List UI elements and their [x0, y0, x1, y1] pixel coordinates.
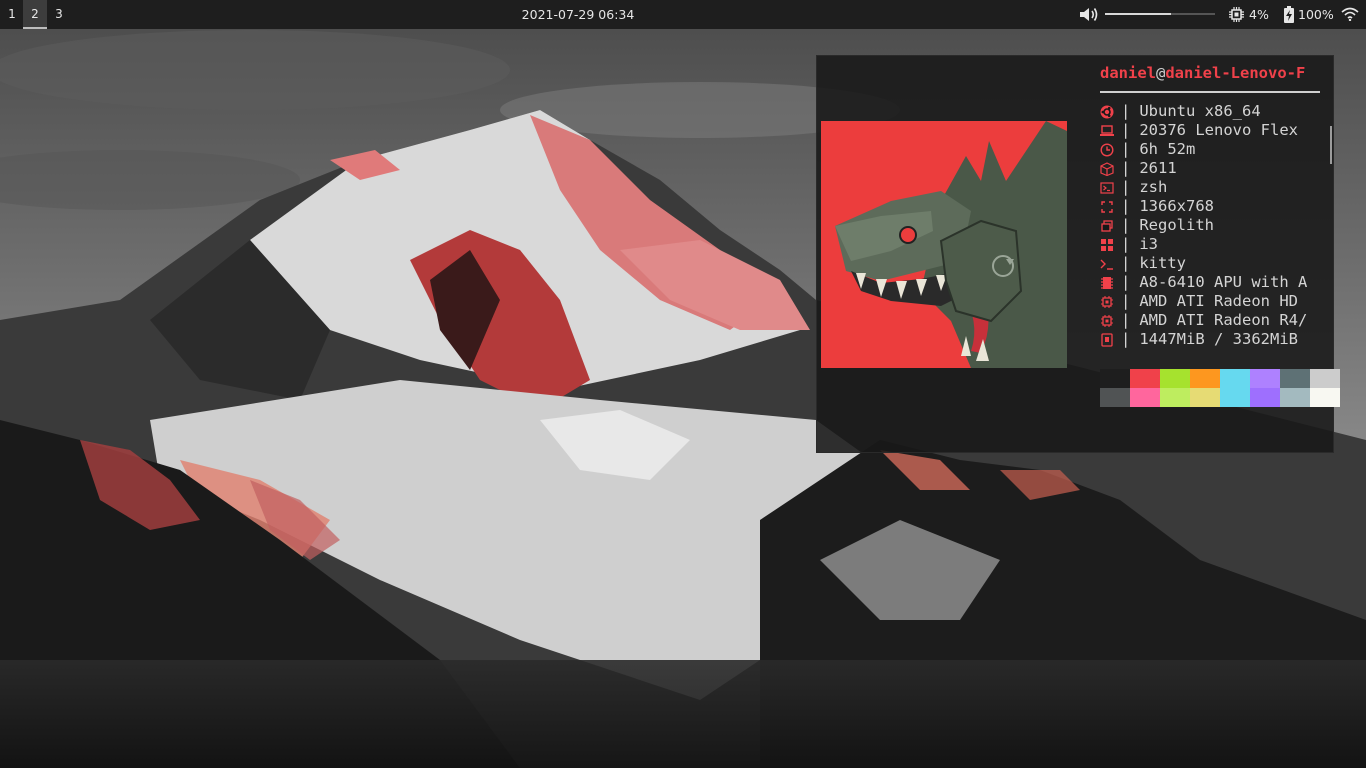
info-separator: | [1121, 273, 1131, 291]
palette-swatch [1220, 369, 1250, 388]
info-separator: | [1121, 216, 1131, 234]
ubuntu-icon [1100, 102, 1115, 121]
info-value: 20376 Lenovo Flex [1139, 121, 1298, 139]
info-value: AMD ATI Radeon HD [1139, 292, 1298, 310]
info-row: | i3 [1100, 235, 1322, 254]
info-separator: | [1121, 292, 1131, 310]
info-value: A8-6410 APU with A [1139, 273, 1308, 291]
workspace-3[interactable]: 3 [47, 0, 71, 29]
wifi-icon[interactable] [1341, 7, 1359, 21]
info-value: 1447MiB / 3362MiB [1139, 330, 1298, 348]
info-separator: | [1121, 311, 1131, 329]
info-row: | 20376 Lenovo Flex [1100, 121, 1322, 140]
info-value: i3 [1139, 235, 1159, 253]
palette-swatch [1160, 369, 1190, 388]
info-separator: | [1121, 330, 1131, 348]
username: daniel [1100, 64, 1156, 82]
terminal-icon [1100, 178, 1115, 197]
palette-swatch [1250, 388, 1280, 407]
cpu-icon [1229, 7, 1244, 22]
volume-slider[interactable] [1105, 13, 1215, 15]
info-value: kitty [1139, 254, 1187, 272]
info-row: | AMD ATI Radeon HD [1100, 292, 1322, 311]
info-separator: | [1121, 254, 1131, 272]
hostname: daniel-Lenovo-F [1165, 64, 1306, 82]
info-value: Ubuntu x86_64 [1139, 102, 1261, 120]
info-separator: | [1121, 102, 1131, 120]
info-value: Regolith [1139, 216, 1214, 234]
info-separator: | [1121, 197, 1131, 215]
workspace-2[interactable]: 2 [23, 0, 47, 29]
info-value: AMD ATI Radeon R4/ [1139, 311, 1308, 329]
palette-swatch [1220, 388, 1250, 407]
info-separator: | [1121, 235, 1131, 253]
cpu-usage: 4% [1249, 7, 1269, 22]
palette-swatch [1160, 388, 1190, 407]
info-separator: | [1121, 178, 1131, 196]
laptop-icon [1100, 121, 1115, 140]
resolution-icon [1100, 197, 1115, 216]
palette-swatch [1310, 369, 1340, 388]
info-row: | 6h 52m [1100, 140, 1322, 159]
palette-swatch [1100, 369, 1130, 388]
info-value: 2611 [1139, 159, 1177, 177]
title-separator [1100, 91, 1320, 93]
palette-swatch [1130, 388, 1160, 407]
windows-icon [1100, 216, 1115, 235]
info-row: | Regolith [1100, 216, 1322, 235]
clock[interactable]: 2021-07-29 06:34 [500, 0, 656, 29]
memory-icon [1100, 330, 1115, 349]
palette-swatch [1100, 388, 1130, 407]
info-row: | AMD ATI Radeon R4/ [1100, 311, 1322, 330]
user-host-line: daniel@daniel-Lenovo-F [1100, 64, 1305, 82]
palette-swatch [1190, 369, 1220, 388]
neofetch-logo-image [821, 121, 1067, 368]
info-separator: | [1121, 159, 1131, 177]
top-bar: 1 2 3 2021-07-29 06:34 4% 100% [0, 0, 1366, 29]
palette-swatch [1280, 369, 1310, 388]
cpu-chip-icon [1100, 273, 1115, 292]
palette-swatch [1250, 369, 1280, 388]
info-row: | 2611 [1100, 159, 1322, 178]
volume-slider-fill [1105, 13, 1171, 15]
gpu-icon [1100, 292, 1115, 311]
volume-icon[interactable] [1079, 6, 1099, 23]
info-separator: | [1121, 121, 1131, 139]
info-row: | A8-6410 APU with A [1100, 273, 1322, 292]
battery-level: 100% [1298, 7, 1334, 22]
info-value: 1366x768 [1139, 197, 1214, 215]
workspace-1[interactable]: 1 [0, 0, 24, 29]
palette-swatch [1310, 388, 1340, 407]
info-separator: | [1121, 140, 1131, 158]
palette-swatch [1280, 388, 1310, 407]
battery-charging-icon [1284, 6, 1294, 23]
color-palette [1100, 369, 1340, 407]
grid-icon [1100, 235, 1115, 254]
info-value: 6h 52m [1139, 140, 1196, 158]
info-row: | kitty [1100, 254, 1322, 273]
info-row: | 1447MiB / 3362MiB [1100, 330, 1322, 349]
kitty-terminal-window[interactable]: daniel@daniel-Lenovo-F | Ubuntu x86_64 | 20… [816, 55, 1340, 453]
at-sign: @ [1156, 64, 1166, 82]
terminal-scrollbar[interactable] [1330, 126, 1332, 164]
prompt-icon [1100, 254, 1115, 273]
info-row: | Ubuntu x86_64 [1100, 102, 1322, 121]
info-row: | 1366x768 [1100, 197, 1322, 216]
palette-swatch [1190, 388, 1220, 407]
palette-swatch [1130, 369, 1160, 388]
info-value: zsh [1139, 178, 1168, 196]
info-row: | zsh [1100, 178, 1322, 197]
package-icon [1100, 159, 1115, 178]
gpu-icon [1100, 311, 1115, 330]
clock-icon [1100, 140, 1115, 159]
